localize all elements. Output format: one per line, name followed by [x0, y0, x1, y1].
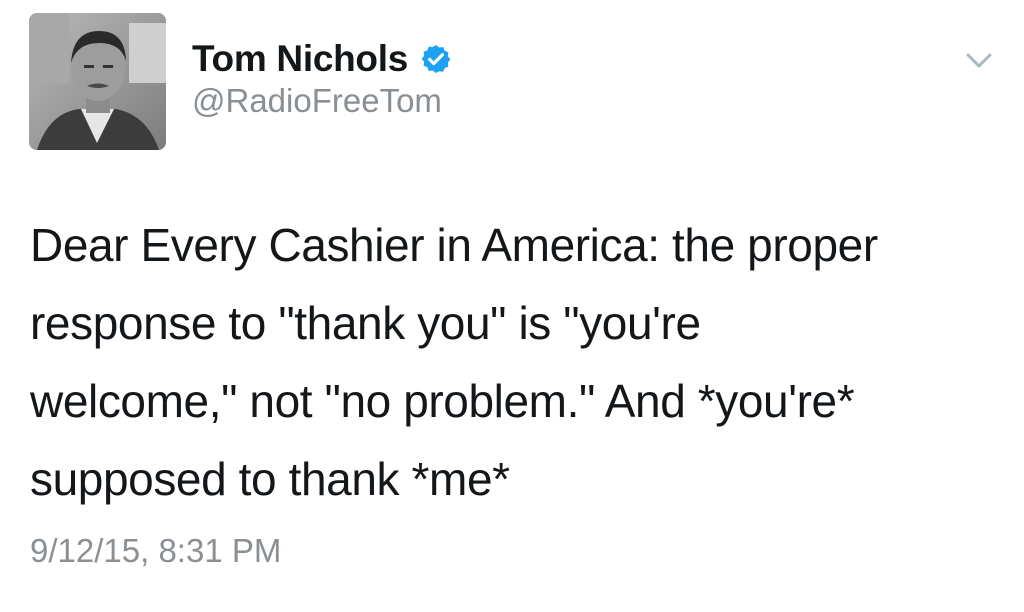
tweet-text-line: welcome," not "no problem." And *you're* [30, 375, 855, 427]
tweet-timestamp[interactable]: 9/12/15, 8:31 PM [30, 532, 281, 570]
tweet-text-line: Dear Every Cashier in America: the prope… [30, 219, 878, 271]
author-name-row[interactable]: Tom Nichols [192, 36, 452, 82]
verified-badge-icon [421, 45, 451, 73]
tweet-text-line: response to "thank you" is "you're [30, 297, 701, 349]
tweet-text: Dear Every Cashier in America: the prope… [30, 206, 1005, 518]
avatar-photo [29, 13, 166, 150]
display-name[interactable]: Tom Nichols [192, 38, 408, 80]
tweet-card: Tom Nichols @RadioFreeTom Dear Every Cas… [0, 0, 1024, 612]
chevron-down-icon[interactable] [964, 50, 994, 72]
author-handle[interactable]: @RadioFreeTom [192, 82, 442, 120]
tweet-text-line: supposed to thank *me* [30, 453, 510, 505]
avatar[interactable] [29, 13, 166, 150]
